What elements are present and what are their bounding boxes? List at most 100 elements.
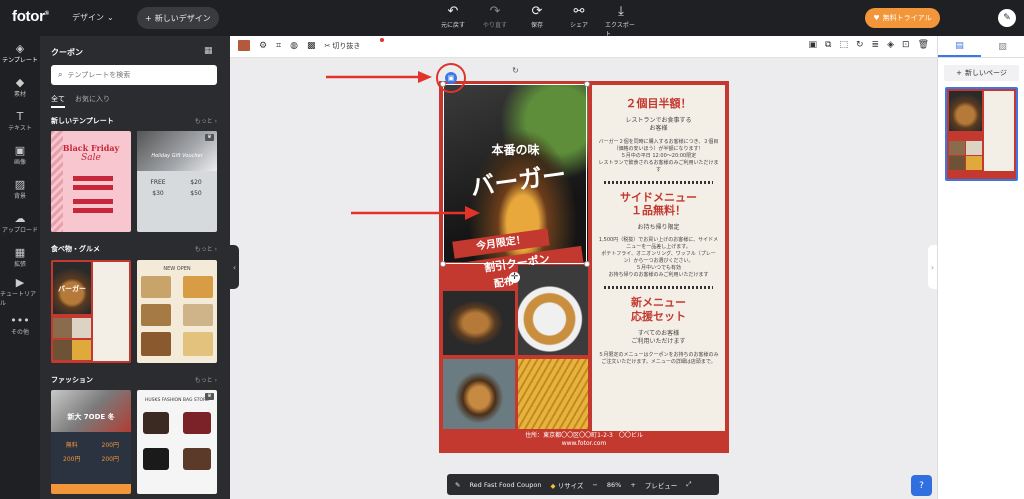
top-bar: fotor® デザイン ⌄ + 新しいデザイン ↶ 元に戻す ↷ やり直す ⟳ …: [0, 0, 1024, 38]
rail-item-text[interactable]: T テキスト: [0, 104, 40, 138]
rail-item-template[interactable]: ◈ テンプレート: [0, 36, 40, 70]
template-thumb-black-friday[interactable]: Black Friday Sale: [51, 131, 131, 232]
rail-item-more[interactable]: ••• その他: [0, 308, 40, 342]
share-button[interactable]: ⚯ シェア: [563, 4, 595, 38]
layer-icon[interactable]: ◈: [887, 40, 894, 50]
offer1-title[interactable]: ２個目半額！: [592, 97, 725, 111]
crop-icon[interactable]: ⌗: [276, 41, 281, 51]
replace-image-icon[interactable]: ▣: [809, 40, 818, 50]
offer3-title[interactable]: 新メニュー 応援セット: [592, 296, 725, 324]
divider-dots: [604, 286, 713, 290]
cutout-button[interactable]: ✂ 切り抜き: [325, 41, 361, 51]
resize-handle[interactable]: [584, 261, 590, 267]
more-link[interactable]: もっと ›: [195, 244, 217, 254]
undo-button[interactable]: ↶ 元に戻す: [437, 4, 469, 38]
help-button[interactable]: ?: [911, 475, 932, 496]
section-header-food: 食べ物・グルメ もっと ›: [51, 244, 217, 254]
rail-item-apps[interactable]: ▦ 拡張: [0, 240, 40, 274]
align-icon[interactable]: ≣: [872, 40, 880, 50]
flip-icon[interactable]: ⬚: [839, 40, 848, 50]
rail-item-elements[interactable]: ◆ 素材: [0, 70, 40, 104]
photo-burger-side[interactable]: [443, 359, 515, 429]
delete-icon[interactable]: 🗑: [918, 40, 929, 50]
offer3-subtitle[interactable]: すべてのお客様 ご利用いただけます: [598, 330, 719, 347]
poster-text-column: ２個目半額！ レストランでお食事する お客様 バーガー２個を同時に購入するお客様…: [592, 85, 725, 431]
grid-view-icon[interactable]: ▦: [204, 46, 213, 56]
offer2-title[interactable]: サイドメニュー １品無料！: [592, 191, 725, 219]
search-box[interactable]: ⌕: [51, 65, 217, 85]
document-name[interactable]: Red Fast Food Coupon: [469, 481, 541, 489]
help-icon: ?: [919, 480, 924, 491]
image-thumbnail-icon[interactable]: [238, 40, 250, 51]
rotate-handle[interactable]: ↻: [511, 66, 520, 75]
more-link[interactable]: もっと ›: [195, 375, 217, 385]
layer-badge-icon[interactable]: ▣: [445, 72, 457, 84]
rail-item-background[interactable]: ▨ 背景: [0, 172, 40, 206]
collapse-pages-button[interactable]: ›: [928, 245, 937, 289]
resize-handle[interactable]: [440, 261, 446, 267]
lock-icon[interactable]: ⊡: [902, 40, 910, 50]
more-link[interactable]: もっと ›: [195, 116, 217, 126]
edit-name-icon[interactable]: ✎: [455, 481, 460, 489]
new-design-button[interactable]: + 新しいデザイン: [137, 7, 219, 29]
pages-panel: ▤ ▨ + 新しいページ: [937, 36, 1024, 499]
tab-layers[interactable]: ▨: [981, 36, 1024, 57]
export-button[interactable]: ⤓ エクスポート: [605, 4, 637, 38]
template-thumb-gift-voucher[interactable]: Holiday Gift Voucher FREE $20 $30 $50 ♛: [137, 131, 217, 232]
template-thumb-fashion-sale[interactable]: 新大 7ODE 冬 無料 200円 200円 200円: [51, 390, 131, 494]
preview-button[interactable]: プレビュー: [645, 480, 678, 490]
rail-item-image[interactable]: ▣ 画像: [0, 138, 40, 172]
add-page-button[interactable]: + 新しいページ: [944, 65, 1019, 81]
crown-icon: ♛: [205, 393, 214, 400]
zoom-in-button[interactable]: +: [630, 481, 635, 489]
transparency-icon[interactable]: ▩: [307, 41, 316, 51]
zoom-out-button[interactable]: −: [592, 481, 597, 489]
collapse-panel-button[interactable]: ‹: [230, 245, 239, 289]
duplicate-icon[interactable]: ⧉: [825, 40, 831, 50]
template-thumb-bag-store[interactable]: HUSKS FASHION BAG STORE ♛: [137, 390, 217, 494]
chevron-down-icon: ⌄: [107, 13, 114, 22]
search-input[interactable]: [67, 71, 198, 79]
pages-icon: ▤: [955, 40, 964, 51]
text-icon: T: [16, 110, 24, 123]
design-menu[interactable]: デザイン ⌄: [72, 12, 114, 23]
photo-waffles[interactable]: [518, 265, 588, 355]
rail-item-upload[interactable]: ☁ アップロード: [0, 206, 40, 240]
search-icon: ⌕: [58, 70, 63, 79]
resize-handle[interactable]: [584, 81, 590, 87]
offer2-body[interactable]: 1,500円（税抜）でお買い上げのお客様に、サイドメニューを一品差し上げます。 …: [598, 237, 719, 279]
template-thumb-menu[interactable]: NEW OPEN: [137, 260, 217, 363]
address-text: 住所：東京都〇〇区〇〇町1-2-3 〇〇ビル: [525, 432, 643, 439]
tab-pages[interactable]: ▤: [938, 36, 981, 57]
page-thumbnail[interactable]: [945, 87, 1018, 181]
offer2-subtitle[interactable]: お持ち帰り限定: [598, 224, 719, 232]
avatar[interactable]: ✎: [998, 9, 1016, 27]
tab-all[interactable]: 全て: [51, 94, 65, 108]
offer1-subtitle[interactable]: レストランでお食事する お客様: [598, 117, 719, 134]
layers-icon: ◈: [15, 42, 25, 55]
save-button[interactable]: ⟳ 保存: [521, 4, 553, 38]
section-header-new: 新しいテンプレート もっと ›: [51, 116, 217, 126]
adjust-icon[interactable]: ⚙: [259, 41, 267, 51]
offer3-body[interactable]: ５月限定のメニューはクーポンをお持ちのお客様のみご注文いただけます。メニューの詳…: [598, 352, 719, 366]
filter-icon[interactable]: ◍: [290, 41, 298, 51]
grid-icon: ▦: [14, 246, 26, 259]
offer1-body[interactable]: バーガー２個を同時に購入するお客様につき、２個目（価格の安いほう）が半額になりま…: [598, 139, 719, 174]
image-icon: ▨: [998, 41, 1007, 52]
tab-favorites[interactable]: お気に入り: [75, 94, 110, 108]
rail-item-tutorial[interactable]: ▶ チュートリアル: [0, 274, 40, 308]
move-handle-icon[interactable]: ✛: [509, 272, 520, 283]
photo-fries[interactable]: [518, 359, 588, 429]
expand-icon[interactable]: ⤢: [686, 480, 691, 489]
redo-button[interactable]: ↷ やり直す: [479, 4, 511, 38]
fotor-logo[interactable]: fotor®: [12, 8, 49, 25]
template-thumb-burger[interactable]: バーガー: [51, 260, 131, 363]
undo-icon: ↶: [447, 4, 459, 19]
rotate-icon[interactable]: ↻: [856, 40, 864, 50]
photo-burger-fries[interactable]: [443, 291, 515, 355]
free-trial-button[interactable]: ♥ 無料トライアル: [865, 8, 940, 28]
poster-footer[interactable]: 住所：東京都〇〇区〇〇町1-2-3 〇〇ビル www.fotor.com: [439, 432, 729, 449]
resize-button[interactable]: ◆ リサイズ: [551, 480, 584, 490]
zoom-level[interactable]: 86%: [607, 481, 621, 489]
status-bar: ✎ Red Fast Food Coupon ◆ リサイズ − 86% + プレ…: [447, 474, 719, 495]
